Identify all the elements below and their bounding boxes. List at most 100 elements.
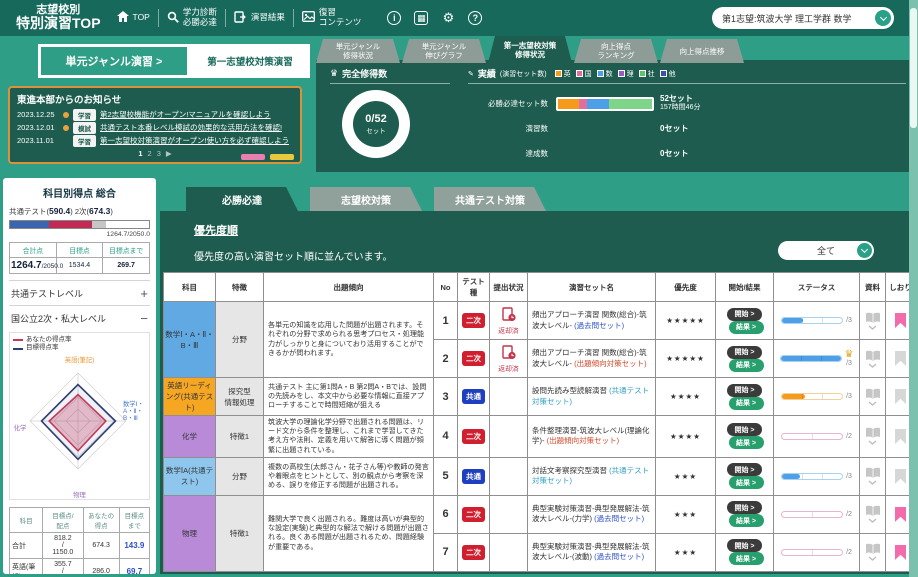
notice-link[interactable]: 第一志望校対策演習がオープン!使い方を必ず確認しよう bbox=[100, 135, 289, 146]
stats-row-label: 達成数 bbox=[468, 148, 548, 159]
result-button[interactable]: 結果 > bbox=[729, 514, 764, 527]
info-icon[interactable]: i bbox=[387, 11, 401, 25]
material-book-icon[interactable] bbox=[862, 505, 883, 523]
material-book-icon[interactable] bbox=[862, 543, 883, 561]
priority-description: 優先度の高い演習セット順に並んでいます。 bbox=[194, 248, 393, 263]
column-header: 資料 bbox=[860, 273, 886, 302]
tab-first-choice-practice[interactable]: 第一志望校対策演習 bbox=[190, 44, 310, 78]
column-header: 優先度 bbox=[656, 273, 716, 302]
notice-item: 2023.12.01模試共通テスト本番レベル模試の効果的な活用方法を確認! bbox=[17, 121, 293, 134]
legend-label: 国 bbox=[585, 69, 592, 79]
subject-score-table: 科目目標点/ 配点あなたの 得点目標点 まで合計818.2 / 1150.067… bbox=[9, 507, 150, 574]
test-type-cell: 二次 bbox=[458, 495, 490, 533]
expand-icon[interactable]: + bbox=[140, 289, 148, 299]
practice-set-tag[interactable]: (過去問セット) bbox=[594, 552, 644, 561]
help-icon[interactable]: ? bbox=[468, 11, 482, 25]
notice-link[interactable]: 第2志望校機能がオープン!マニュアルを確認しよう bbox=[100, 109, 271, 120]
scrollbar-thumb[interactable] bbox=[910, 8, 917, 128]
material-book-icon[interactable] bbox=[862, 388, 883, 406]
result-button[interactable]: 結果 > bbox=[729, 359, 764, 372]
section-kyotsu-level[interactable]: 共通テストレベル + bbox=[9, 280, 150, 305]
right-tab-2[interactable]: 単元ジャンル 伸びグラフ bbox=[402, 39, 486, 63]
section-niji-level[interactable]: 国公立2次・私大レベル − bbox=[9, 305, 150, 330]
column-header: 演習セット名 bbox=[528, 273, 656, 302]
material-book-icon[interactable] bbox=[862, 467, 883, 485]
practice-set-link[interactable]: 設問先読み型読解演習 bbox=[532, 386, 609, 395]
donut-value: 0/52 bbox=[365, 113, 386, 125]
start-button[interactable]: 開始 > bbox=[727, 346, 762, 359]
mini-button-2[interactable] bbox=[270, 154, 294, 160]
set-name-cell: 設問先読み型読解演習 (共通テスト対策セット) bbox=[528, 378, 656, 416]
radar-axis-chemistry: 化学 bbox=[11, 425, 29, 432]
returned-label: 返却済 bbox=[492, 325, 525, 335]
start-button[interactable]: 開始 > bbox=[727, 463, 762, 476]
right-tab-4[interactable]: 向上得点 ランキング bbox=[574, 39, 658, 63]
practice-tab-1[interactable]: 必勝必達 bbox=[186, 187, 298, 211]
pagination-item[interactable]: 2 bbox=[148, 149, 152, 158]
practice-set-tag[interactable]: (出題傾向対策セット) bbox=[574, 359, 647, 368]
test-type-cell: 共通 bbox=[458, 378, 490, 416]
result-button[interactable]: 結果 > bbox=[729, 476, 764, 489]
gear-icon[interactable]: ⚙ bbox=[441, 11, 455, 25]
practice-set-tag[interactable]: (過去問セット) bbox=[594, 514, 644, 523]
filter-dropdown[interactable]: 全て bbox=[778, 241, 874, 260]
bookmark-icon[interactable] bbox=[895, 429, 906, 444]
start-button[interactable]: 開始 > bbox=[727, 308, 762, 321]
radar-axis-physics: 物理 bbox=[10, 492, 149, 499]
subject-cell: 英語リーディング(共通テスト) bbox=[164, 378, 216, 416]
bookmark-icon[interactable] bbox=[895, 507, 906, 522]
notice-link[interactable]: 共通テスト本番レベル模試の効果的な活用方法を確認! bbox=[100, 122, 282, 133]
material-book-icon[interactable] bbox=[862, 350, 883, 368]
nav-home-icon bbox=[117, 11, 129, 25]
segment-divider bbox=[822, 318, 823, 323]
progress-bar bbox=[781, 473, 843, 480]
bookmark-icon[interactable] bbox=[895, 351, 906, 366]
result-button[interactable]: 結果 > bbox=[729, 321, 764, 334]
start-button[interactable]: 開始 > bbox=[727, 384, 762, 397]
scrollbar-track[interactable] bbox=[909, 0, 918, 577]
practice-set-tag[interactable]: (出題傾向対策セット) bbox=[547, 436, 620, 445]
nav-item-home[interactable]: TOP bbox=[117, 11, 150, 25]
status-bar-wrap: /3 bbox=[776, 393, 857, 400]
pagination-item[interactable]: 3 bbox=[157, 149, 161, 158]
stats-row-bar bbox=[548, 97, 660, 111]
trend-cell: 筑波大学の理論化学分野で出題される問題は、リード文から条件を整理し、これまで学習… bbox=[264, 416, 434, 458]
nav-item-media[interactable]: 復習 コンテンツ bbox=[302, 8, 362, 28]
right-tab-1[interactable]: 単元ジャンル 修得状況 bbox=[316, 39, 400, 63]
pagination-item[interactable]: ▶ bbox=[166, 149, 172, 158]
right-tab-5[interactable]: 向上得点推移 bbox=[660, 39, 744, 63]
set-name-cell: 頻出アプローチ演習 関数(総合)-筑波大レベル- (過去問セット) bbox=[528, 302, 656, 340]
practice-tab-2[interactable]: 志望校対策 bbox=[310, 187, 422, 211]
mini-button-1[interactable] bbox=[241, 154, 265, 160]
column-header: 出題傾向 bbox=[264, 273, 434, 302]
result-button[interactable]: 結果 > bbox=[729, 436, 764, 449]
submit-status-cell: 返却済 bbox=[490, 302, 528, 340]
result-button[interactable]: 結果 > bbox=[729, 397, 764, 410]
start-button[interactable]: 開始 > bbox=[727, 501, 762, 514]
pagination-item[interactable]: 1 bbox=[138, 149, 142, 158]
start-button[interactable]: 開始 > bbox=[727, 423, 762, 436]
bookmark-icon[interactable] bbox=[895, 469, 906, 484]
practice-set-link[interactable]: 対話文考察探究型演習 bbox=[532, 466, 609, 475]
nav-item-search[interactable]: 学力診断 必勝必達 bbox=[167, 8, 217, 28]
collapse-icon[interactable]: − bbox=[140, 314, 148, 324]
calendar-icon[interactable]: ▦ bbox=[414, 11, 428, 25]
bookmark-icon[interactable] bbox=[895, 313, 906, 328]
first-choice-dropdown[interactable]: 第1志望:筑波大学 理工学群 数学 bbox=[712, 7, 894, 29]
stats-row-label: 必勝必達セット数 bbox=[468, 98, 548, 109]
tab-unit-genre-practice[interactable]: 単元ジャンル演習 > bbox=[38, 44, 190, 78]
material-book-icon[interactable] bbox=[862, 427, 883, 445]
nav-item-doc[interactable]: 演習結果 bbox=[234, 11, 285, 26]
result-button[interactable]: 結果 > bbox=[729, 552, 764, 565]
total-score-bar bbox=[9, 220, 150, 229]
material-book-icon[interactable] bbox=[862, 312, 883, 330]
page: 志望校別 特別演習TOP TOP学力診断 必勝必達演習結果復習 コンテンツ i▦… bbox=[0, 0, 918, 577]
right-tab-3[interactable]: 第一志望校対策 修得状況 bbox=[488, 36, 572, 63]
start-button[interactable]: 開始 > bbox=[727, 539, 762, 552]
fraction-denominator: /2 bbox=[846, 511, 852, 518]
status-bar-wrap: /3 bbox=[776, 317, 857, 324]
practice-tab-3[interactable]: 共通テスト対策 bbox=[434, 187, 546, 211]
bookmark-icon[interactable] bbox=[895, 545, 906, 560]
practice-set-tag[interactable]: (過去問セット) bbox=[574, 321, 624, 330]
bookmark-icon[interactable] bbox=[895, 389, 906, 404]
